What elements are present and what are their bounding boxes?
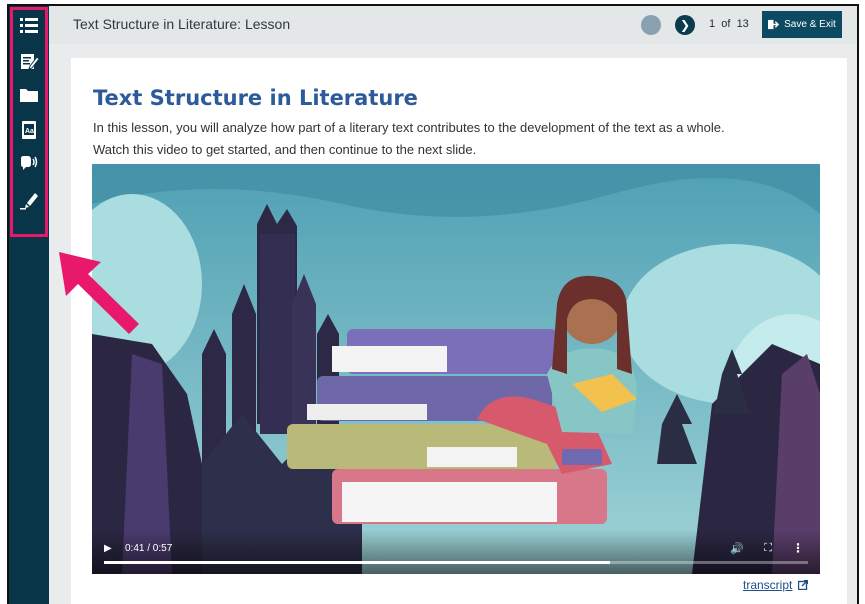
callout-arrow-icon [59,252,139,334]
lesson-title: Text Structure in Literature: Lesson [73,16,291,32]
fullscreen-icon[interactable]: ⛶ [764,541,772,555]
video-time: 0:41 / 0:57 [125,543,173,554]
total-pages: 13 [736,18,749,30]
volume-icon[interactable]: 🔊 [730,542,744,555]
svg-text:Aa: Aa [25,128,34,135]
save-exit-button[interactable]: Save & Exit [762,11,842,38]
chevron-right-icon: ❯ [679,18,691,32]
app-window: Aa Text Structure in Literature: Lesson … [7,4,859,604]
video-progress-bar[interactable] [104,561,808,564]
text-to-speech-icon[interactable] [18,153,40,175]
top-bar: Text Structure in Literature: Lesson ❯ 1… [49,6,857,44]
play-icon[interactable]: ▶ [104,543,112,554]
transcript-label: transcript [743,578,793,592]
next-slide-button[interactable]: ❯ [675,15,695,35]
video-progress-fill [104,561,611,564]
intro-text-1: In this lesson, you will analyze how par… [93,120,725,135]
current-page: 1 [709,18,716,30]
previous-slide-button[interactable] [641,15,661,35]
video-frame-illustration [92,164,820,574]
dictionary-icon[interactable]: Aa [18,119,40,141]
video-player[interactable]: ▶ 0:41 / 0:57 🔊 ⛶ ⋮ [92,164,820,574]
page-of-label: of [721,18,731,30]
more-options-icon[interactable]: ⋮ [792,541,804,555]
tool-sidebar: Aa [9,6,49,604]
save-exit-label: Save & Exit [784,19,836,30]
folder-icon[interactable] [18,84,40,106]
page-counter: 1 of 13 [709,18,749,30]
intro-text-2: Watch this video to get started, and the… [93,142,477,157]
exit-icon [768,19,780,30]
highlighter-icon[interactable] [18,189,40,211]
list-icon[interactable] [18,14,40,36]
notes-icon[interactable] [18,50,40,72]
video-controls: ▶ 0:41 / 0:57 🔊 ⛶ ⋮ [92,530,820,574]
lesson-slide: Text Structure in Literature In this les… [71,58,847,604]
external-link-icon [798,580,809,590]
slide-heading: Text Structure in Literature [93,86,418,110]
transcript-link[interactable]: transcript [743,578,809,592]
